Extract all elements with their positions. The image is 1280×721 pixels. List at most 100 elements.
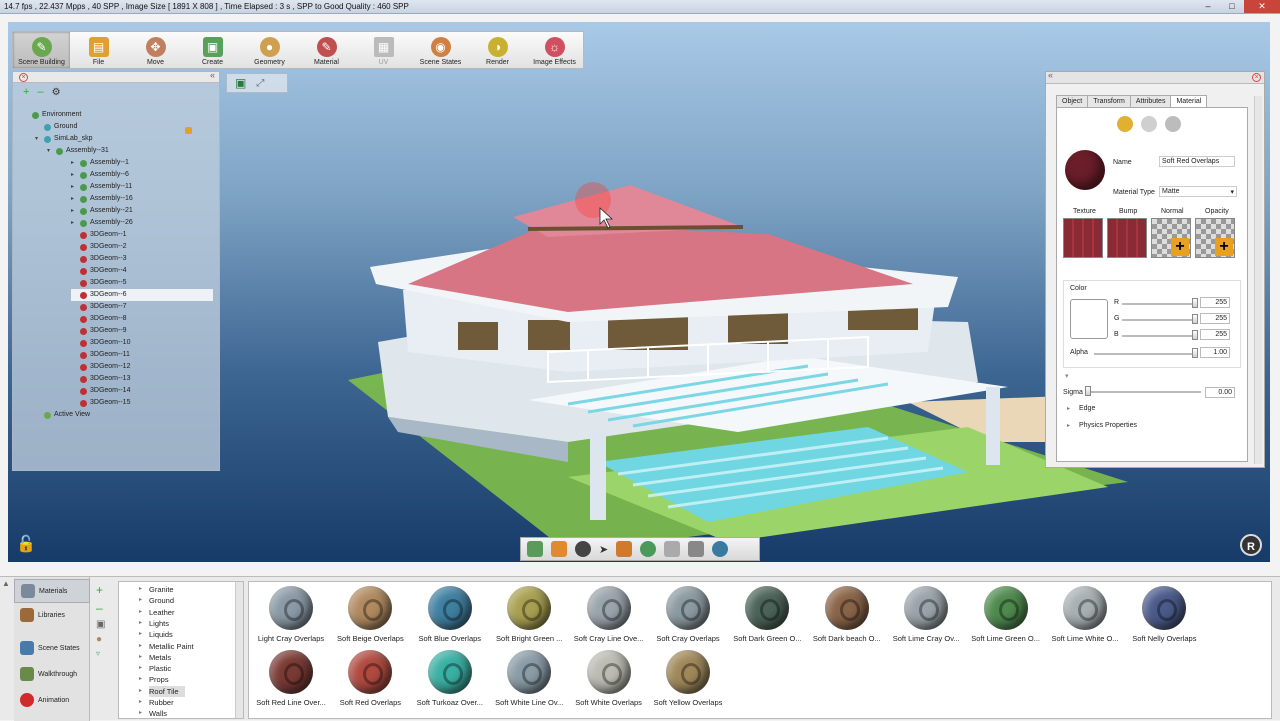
expand-icon[interactable]: ▾ — [47, 145, 53, 157]
pick-material-icon[interactable] — [1117, 116, 1133, 132]
normal-map-slot[interactable]: + — [1151, 218, 1191, 258]
b-slider[interactable] — [1122, 335, 1194, 337]
expand-icon[interactable]: ▸ — [71, 169, 77, 181]
material-tile[interactable]: Soft Beige Overlaps — [331, 582, 409, 643]
alpha-value[interactable]: 1.00 — [1200, 347, 1230, 358]
g-slider[interactable] — [1122, 319, 1194, 321]
chevron-right-icon[interactable]: ▸ — [1067, 405, 1070, 412]
alpha-slider[interactable] — [1094, 353, 1194, 355]
add-icon[interactable]: + — [96, 583, 112, 597]
add-icon[interactable]: + — [23, 86, 29, 98]
tree-item[interactable]: 3DGeom--9 — [71, 325, 127, 337]
tree-item[interactable]: 3DGeom--4 — [71, 265, 127, 277]
expand-icon[interactable]: ▸ — [71, 157, 77, 169]
category-item[interactable]: ▸ Rubber — [139, 697, 174, 708]
b-value[interactable]: 255 — [1200, 329, 1230, 340]
chevron-right-icon[interactable]: ▸ — [139, 652, 142, 663]
tree-item[interactable]: 3DGeom--2 — [71, 241, 127, 253]
material-tile[interactable]: Soft Lime Green O... — [967, 582, 1045, 643]
nav-materials[interactable]: Materials — [14, 579, 90, 603]
category-item[interactable]: ▸ Ground — [139, 595, 174, 606]
close-icon[interactable]: × — [1252, 73, 1261, 82]
tool-render[interactable]: ◑ Render — [469, 32, 526, 68]
tree-item[interactable]: Active View — [35, 409, 90, 421]
category-item[interactable]: ▸ Lights — [139, 618, 169, 629]
material-tile[interactable]: Soft Nelly Overlaps — [1125, 582, 1203, 643]
material-tile[interactable]: Soft Yellow Overlaps — [649, 646, 727, 707]
r-slider-handle[interactable] — [1192, 298, 1198, 308]
minimize-icon[interactable]: – — [1196, 0, 1220, 13]
tool-move[interactable]: ✥ Move — [127, 32, 184, 68]
properties-scrollbar[interactable] — [1254, 96, 1262, 464]
alpha-slider-handle[interactable] — [1192, 348, 1198, 358]
tree-item[interactable]: ▸ Assembly--21 — [71, 205, 133, 217]
g-slider-handle[interactable] — [1192, 314, 1198, 324]
tree-item[interactable]: 3DGeom--10 — [71, 337, 130, 349]
collapse-icon[interactable]: « — [1048, 70, 1053, 80]
chevron-right-icon[interactable]: ▸ — [139, 629, 142, 640]
close-icon[interactable]: × — [19, 73, 28, 82]
expand-icon[interactable]: ▸ — [71, 193, 77, 205]
tool-material[interactable]: ✎ Material — [298, 32, 355, 68]
settings-icon[interactable]: ⚙ — [52, 87, 61, 98]
category-item[interactable]: ▸ Props — [139, 674, 169, 685]
camera-icon[interactable]: ▣ — [235, 76, 246, 90]
zoom-icon[interactable] — [640, 541, 657, 557]
tree-item[interactable]: ▸ Assembly--6 — [71, 169, 129, 181]
collapse-icon[interactable]: « — [210, 70, 215, 80]
frame-icon[interactable] — [616, 541, 633, 557]
cube-view-icon[interactable] — [527, 541, 543, 557]
remove-icon[interactable]: – — [37, 86, 43, 98]
material-tile[interactable]: Soft White Line Ov... — [490, 646, 568, 707]
tree-item[interactable]: Ground — [35, 121, 77, 133]
tree-item[interactable]: 3DGeom--15 — [71, 397, 130, 409]
remove-icon[interactable]: – — [96, 601, 112, 615]
chevron-right-icon[interactable]: ▸ — [139, 584, 142, 595]
tree-item[interactable]: 3DGeom--7 — [71, 301, 127, 313]
tool-create[interactable]: ▣ Create — [184, 32, 241, 68]
chevron-right-icon[interactable]: ▸ — [1067, 422, 1070, 429]
expand-icon[interactable]: ▸ — [71, 205, 77, 217]
color-swatch[interactable] — [1070, 299, 1108, 339]
material-tile[interactable]: Soft Red Line Over... — [252, 646, 330, 707]
save-icon[interactable]: ▣ — [96, 619, 112, 630]
tool-file[interactable]: ▤ File — [70, 32, 127, 68]
category-item[interactable]: ▸ Roof Tile — [139, 685, 185, 697]
shading-icon[interactable] — [551, 541, 567, 557]
grid-icon[interactable] — [688, 541, 705, 557]
material-tile[interactable]: Soft Lime Cray Ov... — [887, 582, 965, 643]
tree-item[interactable]: ▾ SimLab_skp — [35, 133, 93, 145]
chevron-right-icon[interactable]: ▸ — [139, 641, 142, 652]
chevron-right-icon[interactable]: ▸ — [139, 663, 142, 674]
tool-image-effects[interactable]: ☼ Image Effects — [526, 32, 583, 68]
tree-item[interactable]: 3DGeom--5 — [71, 277, 127, 289]
category-scrollbar[interactable] — [235, 582, 243, 718]
tree-item[interactable]: ▸ Assembly--11 — [71, 181, 132, 193]
r-slider[interactable] — [1122, 303, 1194, 305]
chevron-right-icon[interactable]: ▸ — [139, 697, 142, 708]
lock-icon[interactable] — [185, 127, 192, 134]
tree-item[interactable]: ▸ Assembly--26 — [71, 217, 133, 229]
tree-item[interactable]: 3DGeom--8 — [71, 313, 127, 325]
tree-item[interactable]: ▸ Assembly--16 — [71, 193, 133, 205]
category-item[interactable]: ▸ Walls — [139, 708, 167, 719]
tree-item[interactable]: 3DGeom--3 — [71, 253, 127, 265]
tool-scene-states[interactable]: ◉ Scene States — [412, 32, 469, 68]
material-tile[interactable]: Soft Cray Line Ove... — [570, 582, 648, 643]
bump-map-slot[interactable] — [1107, 218, 1147, 258]
material-tile[interactable]: Soft Turkoaz Over... — [411, 646, 489, 707]
chevron-right-icon[interactable]: ▸ — [139, 607, 142, 618]
chevron-right-icon[interactable]: ▸ — [139, 595, 142, 606]
category-item[interactable]: ▸ Liquids — [139, 629, 173, 640]
maximize-icon[interactable]: □ — [1220, 0, 1244, 13]
floor-icon[interactable] — [664, 541, 681, 557]
fullscreen-icon[interactable]: ⤢ — [256, 78, 264, 89]
expand-icon[interactable]: ▸ — [71, 217, 77, 229]
chevron-right-icon[interactable]: ▸ — [139, 674, 142, 685]
material-tile[interactable]: Soft Bright Green ... — [490, 582, 568, 643]
material-name-field[interactable]: Soft Red Overlaps — [1159, 156, 1235, 167]
tool-geometry[interactable]: ● Geometry — [241, 32, 298, 68]
nav-libraries[interactable]: Libraries — [14, 603, 90, 627]
chevron-right-icon[interactable]: ▸ — [139, 686, 142, 697]
sigma-value[interactable]: 0.00 — [1205, 387, 1235, 398]
